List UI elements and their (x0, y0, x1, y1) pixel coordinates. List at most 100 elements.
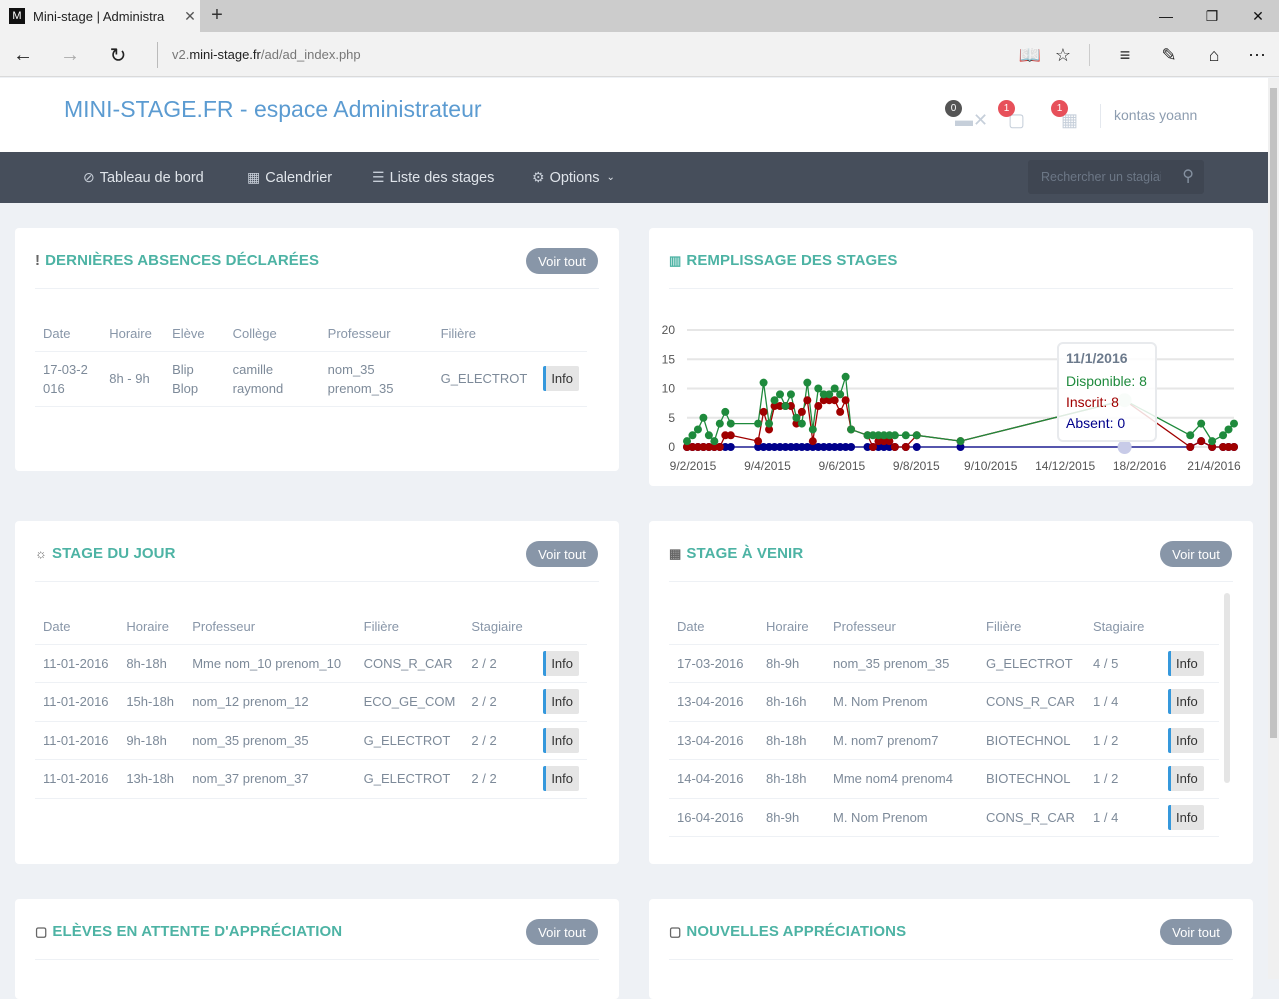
data-point-disponible (781, 402, 790, 411)
url-field[interactable]: v2.mini-stage.fr/ad/ad_index.php (157, 42, 361, 68)
close-tab-icon[interactable]: ✕ (180, 8, 200, 25)
page-scrollbar-thumb[interactable] (1270, 88, 1277, 738)
data-point-disponible (721, 407, 730, 416)
url-domain: mini-stage.fr (189, 47, 261, 62)
data-point-disponible (825, 390, 834, 399)
data-point-inscrit (715, 443, 724, 451)
x-tick-label: 9/2/2015 (670, 459, 717, 473)
nav-item-options[interactable]: ⚙ Options ⌄ (532, 152, 615, 203)
gear-icon: ⚙ (532, 169, 545, 185)
cell-date: 17-03-2016 (35, 351, 102, 407)
cell-stagiaire: 2 / 2 (463, 644, 536, 683)
nav-label: Liste des stages (389, 169, 495, 186)
note-icon: ▢ (669, 923, 682, 939)
cell-date: 14-04-2016 (669, 759, 758, 799)
info-button[interactable]: Info (543, 727, 579, 753)
minimize-icon[interactable]: — (1143, 0, 1189, 32)
voir-tout-button[interactable]: Voir tout (526, 919, 598, 945)
browser-tab[interactable]: M Mini-stage | Administra ✕ (0, 0, 200, 32)
data-point-disponible (814, 384, 823, 393)
cell-filiere: CONS_R_CAR (355, 644, 464, 683)
data-point-disponible (770, 396, 779, 405)
nav-item-dashboard[interactable]: ⊘ Tableau de bord (83, 152, 204, 203)
cell-date: 11-01-2016 (35, 682, 119, 722)
column-header: Date (35, 609, 119, 645)
line-chart[interactable]: 0 5 10 15 20 9/2/2015 9/4/2015 9/6/2015 9/8/2015… (649, 308, 1253, 483)
info-button[interactable]: Info (543, 366, 579, 391)
data-point-disponible (1219, 431, 1228, 440)
data-point-inscrit (803, 396, 812, 405)
calendar-notification[interactable]: ▦ 1 (1051, 100, 1081, 132)
portlet-title: ▦ STAGE À VENIR (669, 545, 803, 562)
appreciations-notification[interactable]: ▢ 1 (998, 100, 1028, 132)
data-point-disponible (1186, 431, 1195, 440)
refresh-icon[interactable]: ↻ (104, 42, 132, 68)
data-point-inscrit (890, 443, 899, 451)
cell-filiere: BIOTECHNOL (978, 759, 1085, 799)
table-row: 13-04-2016 8h-16h M. Nom Prenom CONS_R_CAR 1… (669, 682, 1219, 722)
calendar-icon: ▦ (247, 169, 261, 185)
column-header: Filière (432, 316, 536, 352)
portlet-title-text: REMPLISSAGE DES STAGES (686, 252, 898, 269)
cell-filiere: G_ELECTROT (432, 351, 536, 407)
data-point-inscrit (901, 443, 910, 451)
hub-icon[interactable]: ≡ (1111, 42, 1139, 68)
search-icon[interactable]: ⚲ (1182, 166, 1194, 186)
page-scrollbar[interactable] (1268, 78, 1279, 979)
brand-title[interactable]: MINI-STAGE.FR - espace Administrateur (64, 96, 482, 123)
share-icon[interactable]: ⌂ (1200, 42, 1228, 68)
nav-item-calendar[interactable]: ▦ Calendrier (247, 152, 332, 203)
user-menu[interactable]: kontas yoann (1114, 107, 1197, 123)
stage-venir-scroll-area[interactable]: Date Horaire Professeur Filière Stagiaire 17-… (649, 609, 1253, 849)
data-point-disponible (683, 437, 691, 446)
data-point-disponible (715, 419, 724, 428)
voir-tout-button[interactable]: Voir tout (1160, 541, 1232, 567)
restore-icon[interactable]: ❐ (1189, 0, 1235, 32)
close-window-icon[interactable]: ✕ (1235, 0, 1279, 32)
x-tick-label: 9/8/2015 (893, 459, 940, 473)
info-button[interactable]: Info (543, 689, 579, 715)
data-point-disponible (693, 425, 702, 434)
reading-view-icon[interactable]: 📖 (1016, 42, 1044, 68)
voir-tout-button[interactable]: Voir tout (1160, 919, 1232, 945)
browser-tabbar: M Mini-stage | Administra ✕ + — ❐ ✕ (0, 0, 1279, 32)
portlet-title: ▥ REMPLISSAGE DES STAGES (669, 252, 898, 269)
cell-professeur: nom_37 prenom_37 (184, 759, 356, 799)
y-tick-label: 5 (668, 411, 675, 425)
absences-notification[interactable]: ▬✕ 0 (945, 100, 988, 132)
portlet-divider (35, 959, 599, 960)
info-button[interactable]: Info (1168, 689, 1204, 715)
info-button[interactable]: Info (1168, 766, 1204, 792)
back-icon[interactable]: ← (9, 42, 37, 68)
forward-icon[interactable]: → (56, 42, 84, 68)
info-button[interactable]: Info (1168, 804, 1204, 830)
info-button[interactable]: Info (1168, 727, 1204, 753)
more-icon[interactable]: ⋯ (1243, 42, 1271, 68)
info-button[interactable]: Info (1168, 650, 1204, 676)
x-tick-label: 9/6/2015 (818, 459, 865, 473)
column-header-actions (535, 316, 587, 352)
cell-stagiaire: 2 / 2 (463, 759, 536, 799)
voir-tout-button[interactable]: Voir tout (526, 248, 598, 274)
nav-label: Options (549, 169, 600, 186)
new-tab-icon[interactable]: + (205, 4, 229, 27)
table-row: 11-01-2016 15h-18h nom_12 prenom_12 ECO_GE_… (35, 682, 587, 722)
cell-date: 11-01-2016 (35, 644, 119, 683)
data-point-inscrit (836, 407, 845, 416)
data-point-disponible (841, 372, 850, 381)
cell-professeur: nom_35 prenom_35 (319, 351, 433, 407)
cell-filiere: G_ELECTROT (978, 644, 1085, 683)
table-scrollbar[interactable] (1224, 593, 1230, 783)
search-input[interactable]: Rechercher un stagiaire ⚲ (1028, 160, 1204, 194)
cell-stagiaire: 1 / 2 (1085, 759, 1160, 799)
cell-actions: Info (1160, 759, 1219, 799)
nav-item-stages-list[interactable]: ☰ Liste des stages (372, 152, 494, 203)
info-button[interactable]: Info (543, 766, 579, 792)
cell-actions: Info (1160, 798, 1219, 837)
voir-tout-button[interactable]: Voir tout (526, 541, 598, 567)
info-button[interactable]: Info (543, 650, 579, 676)
web-note-icon[interactable]: ✎ (1155, 42, 1183, 68)
column-header: Horaire (118, 609, 185, 645)
favorite-star-icon[interactable]: ☆ (1049, 42, 1077, 68)
absences-table: Date Horaire Elève Collège Professeur Fi… (35, 316, 587, 407)
